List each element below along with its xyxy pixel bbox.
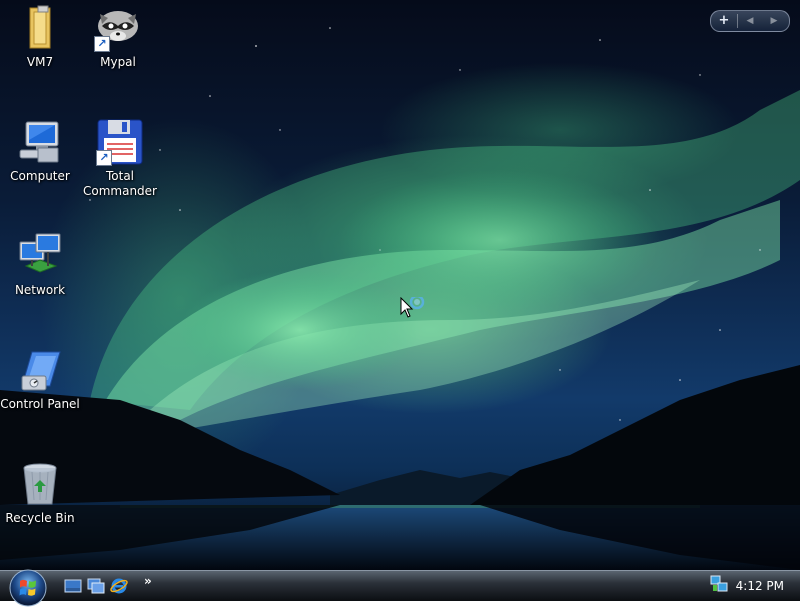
start-button[interactable] — [8, 568, 48, 608]
taskbar: » 4:12 PM — [0, 569, 800, 607]
network-icon — [16, 232, 64, 280]
clock[interactable]: 4:12 PM — [736, 579, 784, 593]
desktop-icon-label: Recycle Bin — [5, 511, 75, 525]
internet-explorer-icon[interactable] — [110, 577, 128, 595]
next-gadget-button[interactable]: ▶ — [762, 16, 786, 26]
computer-icon — [16, 118, 64, 166]
previous-gadget-button[interactable]: ◀ — [738, 16, 762, 26]
network-status-icon[interactable] — [710, 575, 728, 597]
mouse-pointer-icon — [400, 294, 430, 325]
folder-icon — [16, 4, 64, 52]
add-gadget-button[interactable]: + — [711, 11, 737, 31]
desktop-icon-label: Mypal — [100, 55, 136, 69]
floppy-disk-icon: ↗ — [96, 118, 144, 166]
desktop-icon-label: Network — [14, 283, 66, 297]
quick-launch-overflow-button[interactable]: » — [144, 574, 152, 588]
aurora-wallpaper — [0, 27, 800, 570]
desktop-icon-recycle-bin[interactable]: Recycle Bin — [0, 460, 80, 526]
desktop-icon-label: VM7 — [26, 55, 54, 69]
shortcut-arrow-icon: ↗ — [94, 36, 110, 52]
desktop-icon-network[interactable]: Network — [0, 232, 80, 298]
sidebar-gadget-controls: + ◀ ▶ — [710, 10, 790, 32]
recycle-bin-icon — [16, 460, 64, 508]
control-panel-icon — [16, 346, 64, 394]
desktop-icon-label: Computer — [10, 169, 70, 183]
desktop-icon-mypal[interactable]: ↗ Mypal — [78, 4, 158, 70]
switch-windows-icon[interactable] — [87, 577, 105, 595]
desktop-icon-control-panel[interactable]: Control Panel — [0, 346, 80, 412]
desktop-icon-label: Total Commander — [83, 169, 157, 198]
shortcut-arrow-icon: ↗ — [96, 150, 112, 166]
desktop-icon-label: Control Panel — [0, 397, 80, 411]
mypal-raccoon-icon: ↗ — [94, 4, 142, 52]
desktop-icon-computer[interactable]: Computer — [0, 118, 80, 184]
show-desktop-icon[interactable] — [64, 577, 82, 595]
desktop[interactable]: VM7 ↗ Mypal Computer ↗ Total Commander N… — [0, 0, 800, 570]
notification-area: 4:12 PM — [704, 571, 800, 601]
desktop-icon-vm7[interactable]: VM7 — [0, 4, 80, 70]
desktop-icon-total-commander[interactable]: ↗ Total Commander — [80, 118, 160, 199]
